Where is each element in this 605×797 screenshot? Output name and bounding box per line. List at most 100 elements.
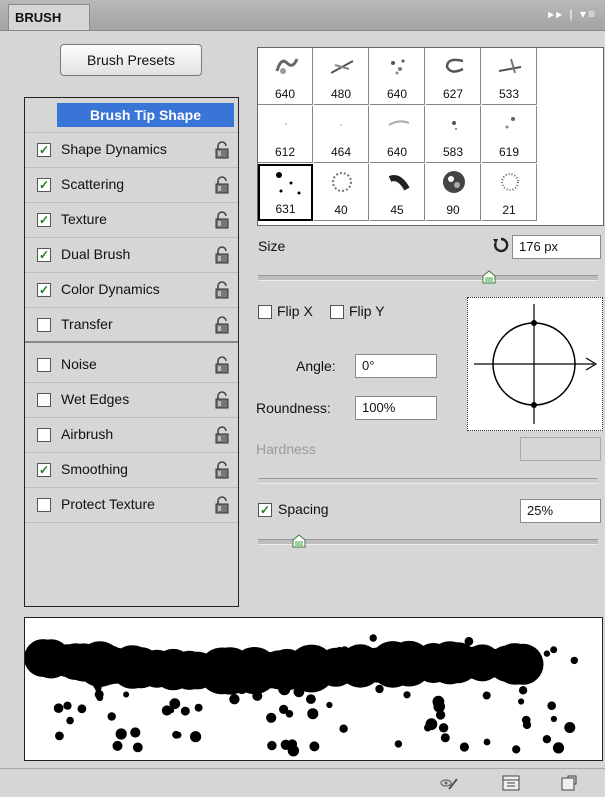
option-item-wet-edges[interactable]: Wet Edges <box>25 383 238 418</box>
option-checkbox[interactable] <box>37 498 51 512</box>
stroke-preview-canvas <box>24 634 578 757</box>
brush-tip-size: 480 <box>330 87 352 101</box>
brush-tip-cell[interactable]: 640 <box>370 106 425 163</box>
spacing-slider-thumb[interactable] <box>292 534 306 548</box>
lock-icon[interactable] <box>214 211 230 229</box>
open-preset-manager-icon[interactable] <box>502 775 520 791</box>
brush-presets-button[interactable]: Brush Presets <box>60 44 202 76</box>
brush-tip-cell[interactable]: 21 <box>482 164 537 221</box>
create-new-brush-icon[interactable] <box>560 775 578 791</box>
brush-tip-cell[interactable]: 583 <box>426 106 481 163</box>
option-checkbox[interactable]: ✓ <box>37 283 51 297</box>
roundness-field[interactable]: 100% <box>355 396 437 420</box>
reset-size-icon[interactable] <box>492 236 510 254</box>
brush-tip-cell[interactable]: 533 <box>482 48 537 105</box>
toggle-live-tip-preview-icon[interactable] <box>440 775 458 791</box>
brush-tip-cell[interactable]: 631 <box>258 164 313 221</box>
option-checkbox[interactable]: ✓ <box>37 143 51 157</box>
flip-y-checkbox[interactable] <box>330 305 344 319</box>
option-checkbox[interactable] <box>37 318 51 332</box>
brush-panel: BRUSH ▸▸ | ▾≡ Brush Presets Brush Tip Sh… <box>0 0 605 797</box>
brush-tip-size: 640 <box>386 145 408 159</box>
brush-tab[interactable]: BRUSH <box>8 4 90 30</box>
option-item-airbrush[interactable]: Airbrush <box>25 418 238 453</box>
option-item-brush-tip-shape[interactable]: Brush Tip Shape <box>25 98 238 133</box>
brush-options-list: Brush Tip Shape ✓ Shape Dynamics ✓ Scatterin… <box>24 97 239 607</box>
spacing-field[interactable]: 25% <box>520 499 601 523</box>
option-item-scattering[interactable]: ✓ Scattering <box>25 168 238 203</box>
lock-icon[interactable] <box>214 391 230 409</box>
brush-tip-thumbnail-icon <box>391 59 405 75</box>
brush-tip-cell[interactable]: 619 <box>482 106 537 163</box>
brush-tip-size: 640 <box>274 87 296 101</box>
option-checkbox[interactable] <box>37 358 51 372</box>
lock-icon[interactable] <box>214 461 230 479</box>
option-checkbox[interactable]: ✓ <box>37 213 51 227</box>
option-item-color-dynamics[interactable]: ✓ Color Dynamics <box>25 273 238 308</box>
lock-icon[interactable] <box>214 356 230 374</box>
brush-tip-thumbnail-icon <box>505 117 515 129</box>
option-checkbox[interactable] <box>37 428 51 442</box>
spacing-slider[interactable] <box>258 539 598 545</box>
option-checkbox[interactable]: ✓ <box>37 248 51 262</box>
option-item-transfer[interactable]: Transfer <box>25 308 238 343</box>
size-label: Size <box>258 238 286 254</box>
brush-tip-size: 619 <box>498 145 520 159</box>
brush-tip-size: 40 <box>334 203 348 217</box>
brush-tip-thumbnail-icon <box>452 121 457 130</box>
option-checkbox[interactable]: ✓ <box>37 178 51 192</box>
brush-tip-cell[interactable]: 45 <box>370 164 425 221</box>
flip-x-checkbox[interactable] <box>258 305 272 319</box>
option-checkbox[interactable]: ✓ <box>37 463 51 477</box>
angle-field[interactable]: 0° <box>355 354 437 378</box>
brush-stroke-preview <box>24 617 603 761</box>
brush-tip-size: 533 <box>498 87 520 101</box>
option-label: Color Dynamics <box>61 281 160 297</box>
option-item-protect-texture[interactable]: Protect Texture <box>25 488 238 523</box>
option-checkbox[interactable] <box>37 393 51 407</box>
brush-tip-thumbnail-icon <box>276 172 301 195</box>
size-field[interactable]: 176 px <box>512 235 601 259</box>
option-item-noise[interactable]: Noise <box>25 348 238 383</box>
angle-roundness-widget[interactable] <box>467 297 603 431</box>
option-label: Scattering <box>61 176 125 192</box>
brush-tip-cell[interactable]: 612 <box>258 106 313 163</box>
stroke-dabs <box>24 634 578 757</box>
brush-tip-size: 45 <box>390 203 404 217</box>
hardness-slider <box>258 478 598 484</box>
brush-tip-cell[interactable]: 90 <box>426 164 481 221</box>
size-slider[interactable] <box>258 275 598 281</box>
panel-menu-icon[interactable]: ▸▸ | ▾≡ <box>548 7 597 21</box>
lock-icon[interactable] <box>214 426 230 444</box>
brush-tip-size: 640 <box>386 87 408 101</box>
brush-tip-cell[interactable]: 627 <box>426 48 481 105</box>
lock-icon[interactable] <box>214 141 230 159</box>
option-item-dual-brush[interactable]: ✓ Dual Brush <box>25 238 238 273</box>
flip-y-label: Flip Y <box>349 303 385 319</box>
brush-tip-thumbnail-icon <box>340 124 342 126</box>
brush-tip-size: 90 <box>446 203 460 217</box>
brush-tip-cell[interactable]: 640 <box>370 48 425 105</box>
option-label: Wet Edges <box>61 391 130 407</box>
option-item-texture[interactable]: ✓ Texture <box>25 203 238 238</box>
lock-icon[interactable] <box>214 496 230 514</box>
lock-icon[interactable] <box>214 246 230 264</box>
option-label: Noise <box>61 356 97 372</box>
brush-tip-size: 583 <box>442 145 464 159</box>
option-item-smoothing[interactable]: ✓ Smoothing <box>25 453 238 488</box>
brush-tip-cell[interactable]: 40 <box>314 164 369 221</box>
hardness-label: Hardness <box>256 441 316 457</box>
brush-tip-cell[interactable]: 640 <box>258 48 313 105</box>
roundness-label: Roundness: <box>256 400 331 416</box>
spacing-checkbox[interactable]: ✓ <box>258 503 272 517</box>
lock-icon[interactable] <box>214 176 230 194</box>
lock-icon[interactable] <box>214 316 230 334</box>
brush-tip-cell[interactable]: 464 <box>314 106 369 163</box>
brush-tip-cell[interactable]: 480 <box>314 48 369 105</box>
size-slider-thumb[interactable] <box>482 270 496 284</box>
brush-tip-thumbnail-icon <box>275 58 299 74</box>
hardness-field <box>520 437 601 461</box>
option-item-shape-dynamics[interactable]: ✓ Shape Dynamics <box>25 133 238 168</box>
lock-icon[interactable] <box>214 281 230 299</box>
brush-tip-size: 464 <box>330 145 352 159</box>
